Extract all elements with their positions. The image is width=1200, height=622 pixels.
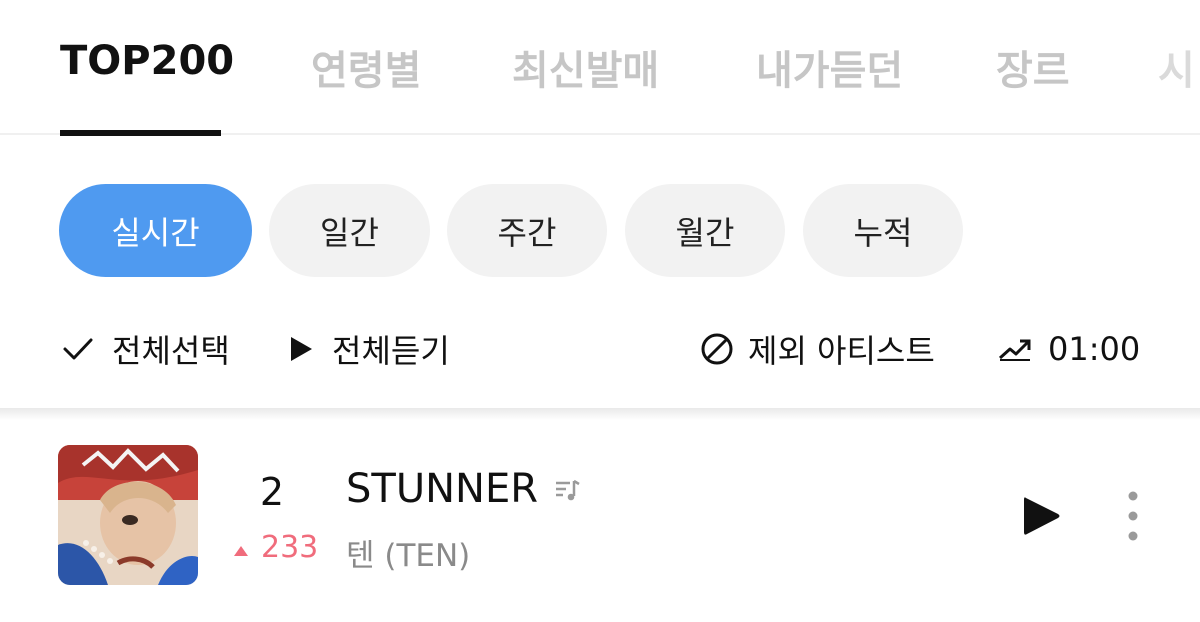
select-all-button[interactable]: 전체선택 [62,324,230,374]
chip-cumulative[interactable]: 누적 [803,184,963,277]
rank-number: 2 [259,470,285,514]
rank-change: 233 [233,530,318,565]
rank-change-value: 233 [261,530,319,565]
song-row[interactable]: 2 233 STUNNER 텐 (TEN) [0,420,1200,622]
chart-tab-bar: TOP200 연령별 최신발매 내가듣던 장르 시 [0,0,1200,136]
chip-weekly[interactable]: 주간 [447,184,607,277]
block-icon [700,332,734,366]
tab-genre[interactable]: 장르 [996,38,1070,96]
tab-top200[interactable]: TOP200 [60,38,234,84]
chip-realtime[interactable]: 실시간 [59,184,252,277]
select-all-label: 전체선택 [112,332,230,370]
song-title[interactable]: STUNNER [346,466,580,512]
trend-icon [998,336,1032,362]
album-cover-image[interactable] [58,445,198,585]
lyrics-icon[interactable] [554,466,580,512]
check-icon [62,336,94,362]
play-all-label: 전체듣기 [332,332,450,370]
header-shadow [0,408,1200,420]
artist-name[interactable]: 텐 (TEN) [346,530,470,575]
more-options-button[interactable] [1121,490,1145,542]
play-icon [288,335,314,363]
tab-age[interactable]: 연령별 [311,38,421,96]
song-title-text: STUNNER [346,466,539,512]
chip-monthly[interactable]: 월간 [625,184,785,277]
exclude-artist-button[interactable]: 제외 아티스트 [700,324,935,374]
play-all-button[interactable]: 전체듣기 [288,324,450,374]
exclude-artist-label: 제외 아티스트 [748,332,935,370]
chip-daily[interactable]: 일간 [269,184,430,277]
rank-up-icon [233,530,249,565]
chart-time-label: 01:00 [1048,330,1141,368]
tab-situation-partial[interactable]: 시 [1158,38,1200,96]
chart-time-button[interactable]: 01:00 [998,324,1140,374]
tab-new-release[interactable]: 최신발매 [512,38,659,96]
tab-listened[interactable]: 내가듣던 [756,38,903,96]
more-vertical-icon [1128,491,1138,541]
active-tab-indicator [60,130,221,136]
play-song-button[interactable] [1018,494,1062,538]
play-icon [1024,497,1060,535]
